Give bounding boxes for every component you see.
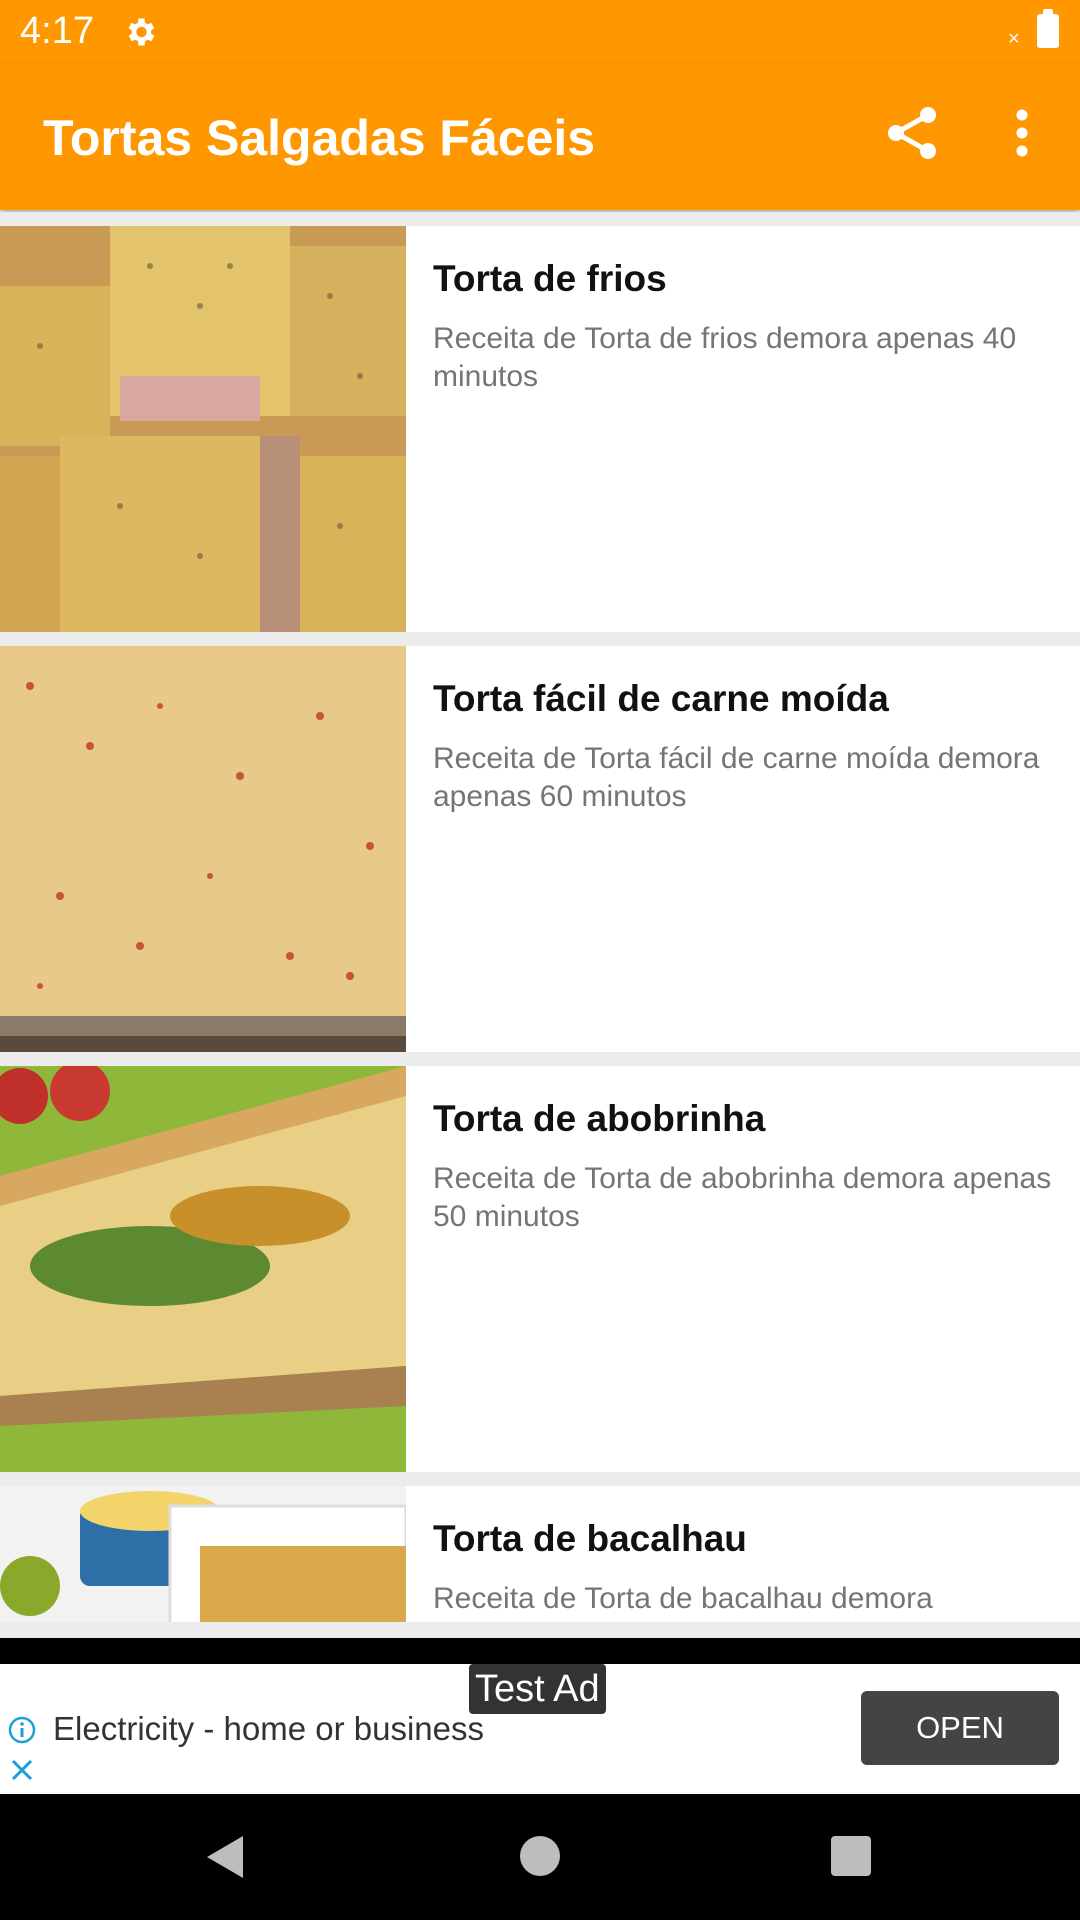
app-title: Tortas Salgadas Fáceis bbox=[43, 110, 596, 166]
battery-icon bbox=[1037, 9, 1059, 48]
recipe-title: Torta de frios bbox=[433, 258, 667, 299]
status-time: 4:17 bbox=[20, 10, 94, 52]
recipe-list[interactable]: Torta de frios Receita de Torta de frios… bbox=[0, 212, 1080, 1622]
recipe-title: Torta fácil de carne moída bbox=[433, 678, 889, 719]
recipe-description: Receita de Torta de abobrinha demora ape… bbox=[433, 1162, 1052, 1233]
navigation-bar bbox=[0, 1794, 1080, 1920]
recipe-image bbox=[0, 226, 406, 632]
recipe-description: Receita de Torta fácil de carne moída de… bbox=[433, 742, 1040, 813]
recipe-image bbox=[0, 646, 406, 1052]
test-ad-label: Test Ad bbox=[469, 1664, 606, 1714]
gear-icon bbox=[128, 18, 155, 46]
info-icon[interactable] bbox=[8, 1716, 36, 1744]
status-bar: 4:17 × bbox=[0, 0, 1080, 63]
recipe-card[interactable]: Torta de bacalhau Receita de Torta de ba… bbox=[0, 1486, 1080, 1622]
recipe-card[interactable]: Torta de frios Receita de Torta de frios… bbox=[0, 226, 1080, 632]
recipe-image bbox=[0, 1486, 406, 1622]
more-options-icon[interactable] bbox=[1000, 103, 1044, 163]
ad-banner[interactable]: Test Ad Electricity - home or business O… bbox=[0, 1664, 1080, 1794]
close-icon[interactable] bbox=[8, 1756, 36, 1784]
recent-apps-icon[interactable] bbox=[831, 1836, 871, 1876]
back-icon[interactable] bbox=[205, 1834, 245, 1880]
home-icon[interactable] bbox=[520, 1836, 560, 1876]
recipe-card[interactable]: Torta fácil de carne moída Receita de To… bbox=[0, 646, 1080, 1052]
recipe-description: Receita de Torta de frios demora apenas … bbox=[433, 322, 1017, 393]
ad-text: Electricity - home or business bbox=[53, 1710, 484, 1747]
ad-separator bbox=[0, 1638, 1080, 1664]
recipe-title: Torta de bacalhau bbox=[433, 1518, 747, 1559]
recipe-description: Receita de Torta de bacalhau demora bbox=[433, 1582, 933, 1615]
recipe-title: Torta de abobrinha bbox=[433, 1098, 766, 1139]
no-signal-icon: × bbox=[1008, 28, 1020, 50]
share-icon[interactable] bbox=[882, 103, 942, 163]
ad-open-button[interactable]: OPEN bbox=[861, 1691, 1059, 1765]
recipe-image bbox=[0, 1066, 406, 1472]
recipe-card[interactable]: Torta de abobrinha Receita de Torta de a… bbox=[0, 1066, 1080, 1472]
app-bar: Tortas Salgadas Fáceis bbox=[0, 63, 1080, 210]
